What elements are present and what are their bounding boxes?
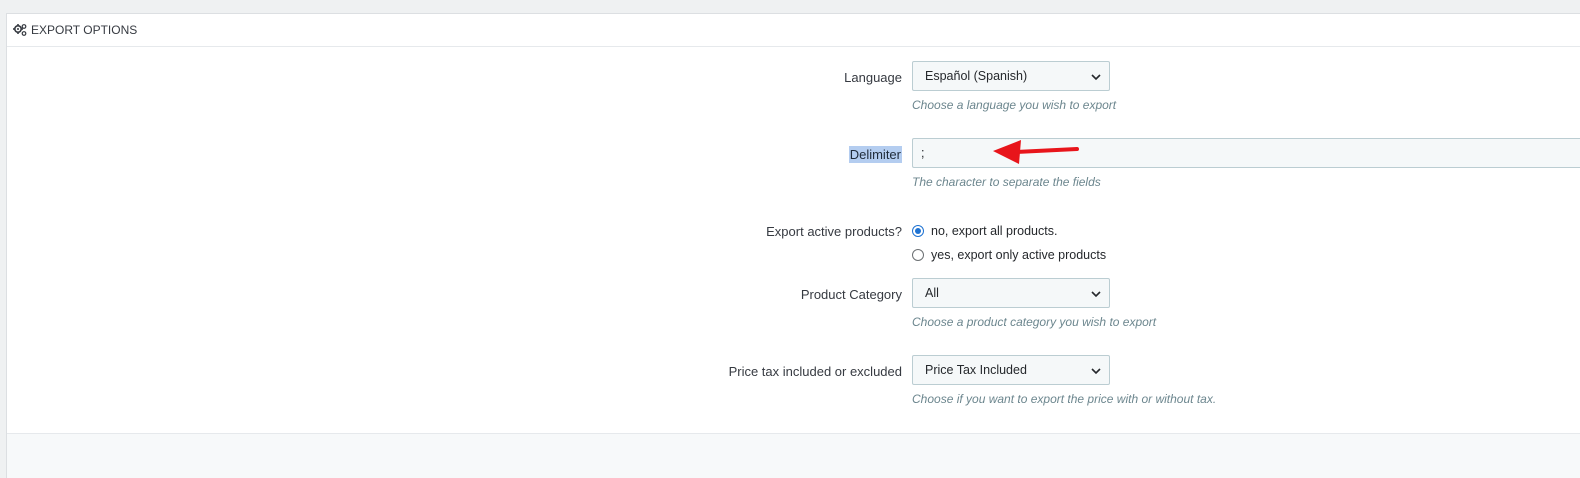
language-label: Language	[844, 70, 902, 85]
chevron-down-icon	[1091, 368, 1101, 375]
panel-footer	[7, 433, 1580, 478]
export-options-panel: EXPORT OPTIONS Language Español (Spanish…	[6, 13, 1580, 478]
gears-icon	[13, 23, 27, 37]
price-tax-select-value: Price Tax Included	[925, 363, 1027, 377]
delimiter-label-text: Delimiter	[848, 146, 902, 163]
language-select[interactable]: Español (Spanish)	[912, 61, 1110, 91]
radio-export-active-label: yes, export only active products	[931, 248, 1107, 262]
category-help: Choose a product category you wish to ex…	[912, 315, 1157, 329]
panel-heading: EXPORT OPTIONS	[7, 14, 1580, 47]
panel-title: EXPORT OPTIONS	[31, 23, 138, 37]
radio-checked[interactable]	[912, 225, 924, 237]
price-tax-help: Choose if you want to export the price w…	[912, 392, 1217, 406]
radio-export-all[interactable]: no, export all products.	[912, 224, 1057, 238]
radio-export-active[interactable]: yes, export only active products	[912, 248, 1106, 262]
delimiter-input-value: ;	[921, 146, 925, 160]
active-products-label: Export active products?	[766, 224, 902, 239]
price-tax-select[interactable]: Price Tax Included	[912, 355, 1110, 385]
language-select-value: Español (Spanish)	[925, 69, 1028, 83]
language-help: Choose a language you wish to export	[912, 98, 1117, 112]
chevron-down-icon	[1091, 291, 1101, 298]
radio-unchecked[interactable]	[912, 249, 924, 261]
radio-export-all-label: no, export all products.	[931, 224, 1058, 238]
chevron-down-icon	[1091, 74, 1101, 81]
annotation-arrow-icon	[993, 140, 1079, 164]
category-select-value: All	[925, 286, 939, 300]
category-select[interactable]: All	[912, 278, 1110, 308]
delimiter-label: Delimiter	[848, 146, 902, 163]
price-tax-label: Price tax included or excluded	[728, 364, 902, 379]
delimiter-help: The character to separate the fields	[912, 175, 1101, 189]
category-label: Product Category	[800, 287, 902, 302]
